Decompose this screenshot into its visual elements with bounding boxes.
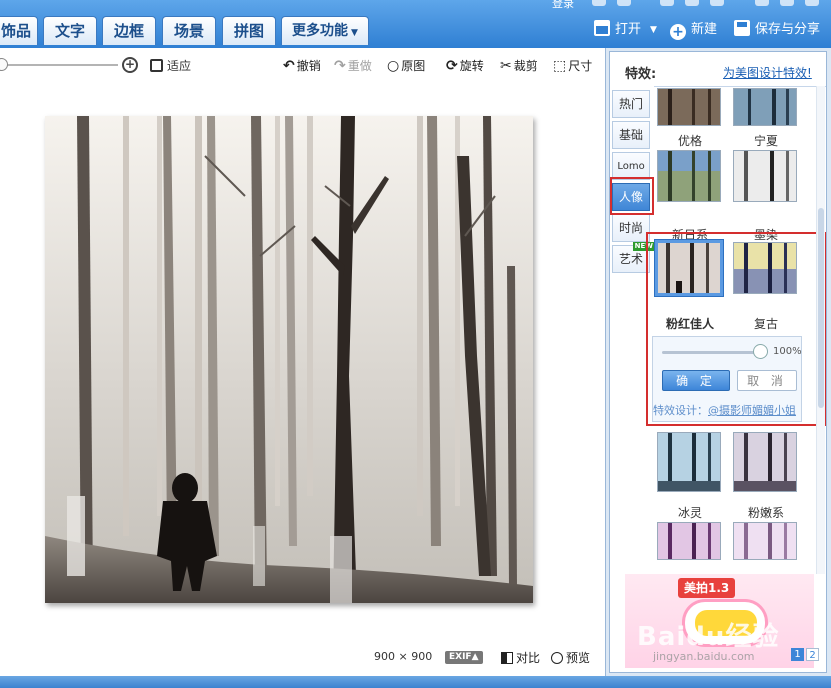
zoom-slider-handle[interactable] [0, 58, 8, 71]
menu-icon[interactable] [710, 0, 724, 6]
effect-thumb-purple-2[interactable] [733, 522, 797, 560]
panel-divider [654, 86, 826, 87]
preview-button[interactable]: 预览 [551, 649, 590, 666]
effect-label-youge: 优格 [677, 134, 702, 148]
zoom-in-icon[interactable]: + [122, 57, 138, 73]
effect-label-ningxia: 宁夏 [753, 134, 778, 148]
tab-collage[interactable]: 拼图 [222, 16, 276, 45]
meipai-ad-banner[interactable]: 美拍1.3 Baidu经验 jingyan.baidu.com [625, 574, 814, 668]
fit-button[interactable]: 适应 [150, 57, 191, 74]
ad-badge: 美拍1.3 [678, 578, 736, 598]
original-button[interactable]: ○ 原图 [387, 57, 425, 74]
effect-thumb-new-japanese[interactable] [657, 150, 721, 202]
original-label: 原图 [401, 59, 426, 73]
login-link[interactable]: 登录 [552, 0, 574, 11]
baidu-watermark: Baidu经验 [637, 622, 780, 652]
compare-icon [501, 652, 513, 664]
undo-icon: ↶ [283, 58, 295, 74]
top-bar: 登录 饰品 文字 边框 场景 拼图 更多功能 ▼ 打开 ▼ + 新建 保存与分享 [0, 0, 831, 48]
highlight-effect-box [646, 232, 826, 426]
save-share-button[interactable]: 保存与分享 [734, 19, 820, 41]
crop-button[interactable]: ✂ 裁剪 [500, 57, 538, 74]
effect-thumb-ink[interactable] [733, 150, 797, 202]
tab-accessories[interactable]: 饰品 [0, 16, 38, 45]
open-dropdown-icon[interactable]: ▼ [650, 25, 657, 35]
category-basic[interactable]: 基础 [612, 121, 650, 149]
plus-icon: + [670, 24, 686, 40]
category-lomo[interactable]: Lomo [612, 152, 650, 180]
compare-button[interactable]: 对比 [501, 649, 540, 666]
resize-label: 尺寸 [568, 59, 593, 73]
effect-thumb-purple-1[interactable] [657, 522, 721, 560]
save-label: 保存与分享 [755, 22, 821, 37]
original-icon: ○ [387, 58, 400, 74]
fit-icon [150, 59, 163, 72]
compare-label: 对比 [516, 651, 541, 665]
resize-button[interactable]: ⬚ 尺寸 [553, 57, 592, 74]
new-button[interactable]: + 新建 [670, 19, 717, 41]
rotate-icon: ⟳ [446, 58, 458, 74]
redo-button[interactable]: ↷ 重做 [334, 57, 372, 74]
resize-icon: ⬚ [553, 58, 567, 74]
effect-thumb-pastel[interactable] [733, 432, 797, 492]
chevron-down-icon: ▼ [351, 28, 358, 38]
effect-label-pastel: 粉嫩系 [747, 506, 784, 520]
preview-label: 预览 [566, 651, 591, 665]
undo-button[interactable]: ↶ 撤销 [283, 57, 321, 74]
tab-frame[interactable]: 边框 [102, 16, 156, 45]
effect-thumb-youge[interactable] [657, 88, 721, 126]
scrollbar-thumb[interactable] [818, 208, 824, 408]
design-effect-link[interactable]: 为美图设计特效! [723, 64, 812, 81]
feedback-icon[interactable] [685, 0, 699, 6]
skin-icon[interactable] [660, 0, 674, 6]
title-strip: 登录 [0, 0, 831, 11]
zoom-slider-track[interactable] [0, 64, 118, 66]
category-art[interactable]: 艺术 NEW [612, 242, 655, 273]
magnifier-icon [551, 652, 563, 664]
effects-scrollbar[interactable] [816, 86, 825, 574]
tab-text[interactable]: 文字 [43, 16, 97, 45]
weibo-icon[interactable] [617, 0, 631, 6]
new-label: 新建 [691, 22, 718, 37]
open-label: 打开 [615, 22, 642, 37]
rotate-button[interactable]: ⟳ 旋转 [446, 57, 484, 74]
canvas-area: 900 × 900 EXIF▲ 对比 预览 [0, 82, 605, 676]
ad-page-1[interactable]: 1 [791, 648, 804, 661]
crop-label: 裁剪 [513, 59, 538, 73]
effects-panel-inner: 特效: 为美图设计特效! 热门 基础 Lomo 人像 时尚 艺术 NEW 优格 … [609, 51, 827, 673]
effect-thumb-ningxia[interactable] [733, 88, 797, 126]
image-dimensions: 900 × 900 [374, 650, 433, 663]
folder-icon [594, 20, 610, 36]
photo-foggy-forest[interactable] [45, 116, 533, 603]
redo-label: 重做 [347, 59, 372, 73]
redo-icon: ↷ [334, 58, 346, 74]
undo-label: 撤销 [296, 59, 321, 73]
save-icon [734, 20, 750, 36]
tab-scene[interactable]: 场景 [162, 16, 216, 45]
effect-label-ice: 冰灵 [677, 506, 702, 520]
status-bar [0, 676, 831, 688]
exif-button[interactable]: EXIF▲ [445, 651, 483, 664]
edit-toolbar: + 适应 ↶ 撤销 ↷ 重做 ○ 原图 ⟳ 旋转 ✂ 裁剪 ⬚ 尺寸 [0, 48, 605, 82]
watermark-url: jingyan.baidu.com [653, 650, 755, 663]
close-icon[interactable] [805, 0, 819, 6]
tab-more-features[interactable]: 更多功能 ▼ [281, 16, 369, 45]
ad-page-2[interactable]: 2 [806, 648, 819, 661]
panel-title: 特效: [625, 67, 657, 82]
effects-panel: 特效: 为美图设计特效! 热门 基础 Lomo 人像 时尚 艺术 NEW 优格 … [605, 48, 831, 676]
open-button[interactable]: 打开 [594, 19, 641, 41]
crop-icon: ✂ [500, 58, 512, 74]
highlight-category [610, 177, 654, 215]
effect-thumb-ice[interactable] [657, 432, 721, 492]
tab-more-label: 更多功能 [292, 23, 349, 39]
category-fashion[interactable]: 时尚 [612, 214, 650, 242]
category-hot[interactable]: 热门 [612, 90, 650, 118]
rotate-label: 旋转 [459, 59, 484, 73]
category-art-label: 艺术 [618, 252, 643, 266]
minimize-icon[interactable] [755, 0, 769, 6]
maximize-icon[interactable] [780, 0, 794, 6]
user-icon[interactable] [592, 0, 606, 6]
fit-label: 适应 [167, 59, 192, 73]
